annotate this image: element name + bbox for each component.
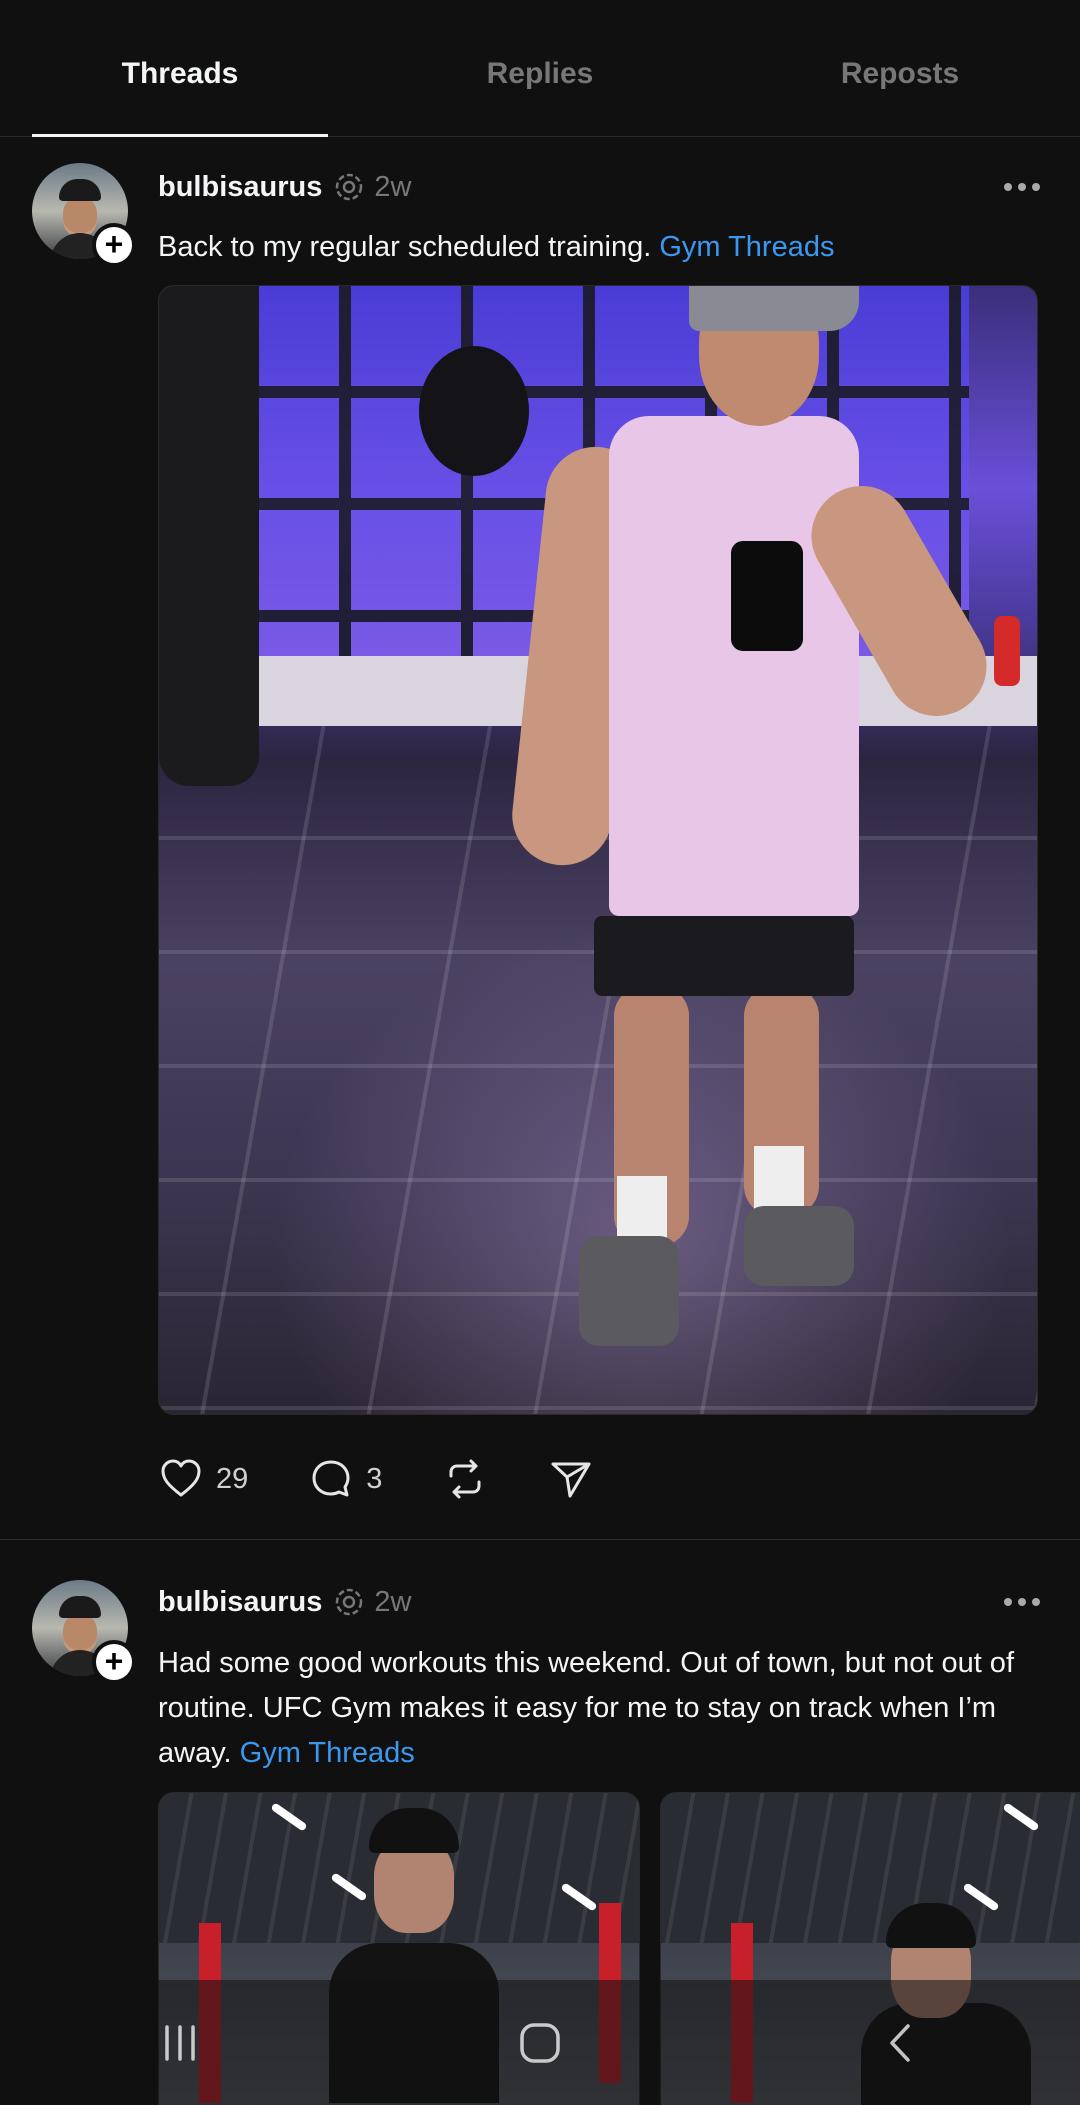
fire-extinguisher: [994, 616, 1020, 686]
post-image[interactable]: [158, 285, 1038, 1415]
threads-badge-icon: [336, 173, 363, 201]
person-shoe-left: [579, 1236, 679, 1346]
topic-tag-link[interactable]: Gym Threads: [240, 1737, 415, 1769]
more-dots-icon[interactable]: [1004, 1582, 1040, 1622]
send-icon: [551, 1462, 591, 1498]
more-dot: [1004, 1598, 1012, 1606]
threads-badge-icon: [336, 1588, 363, 1616]
post-body: Back to my regular scheduled training.: [158, 231, 652, 263]
avatar-cap: [59, 179, 101, 201]
repost-icon: [449, 1459, 481, 1499]
more-dot: [1018, 183, 1026, 191]
follow-plus-icon[interactable]: +: [92, 1640, 136, 1684]
topic-tag-link[interactable]: Gym Threads: [659, 231, 834, 263]
person-shoe-right: [744, 1206, 854, 1286]
post-timestamp: 2w: [374, 1585, 412, 1618]
heavy-bag: [159, 286, 259, 786]
heart-icon: [161, 1459, 201, 1497]
more-dots-icon[interactable]: [1004, 167, 1040, 207]
post-timestamp: 2w: [374, 170, 412, 203]
avatar[interactable]: +: [32, 163, 136, 267]
post-text: Had some good workouts this weekend. Out…: [158, 1641, 1048, 1776]
follow-plus-icon[interactable]: +: [92, 223, 136, 267]
person-tank-top: [609, 416, 859, 916]
avatar[interactable]: +: [32, 1580, 136, 1684]
tab-threads[interactable]: Threads: [0, 0, 360, 137]
profile-tabs: Threads Replies Reposts: [0, 0, 1080, 137]
username[interactable]: bulbisaurus: [158, 1586, 322, 1619]
username[interactable]: bulbisaurus: [158, 171, 322, 204]
like-count: 29: [216, 1462, 249, 1495]
avatar-face: [63, 1614, 97, 1650]
avatar-face: [63, 197, 97, 233]
person-cap: [689, 286, 859, 331]
speed-bag: [419, 346, 529, 476]
avatar-cap: [59, 1596, 101, 1618]
post-meta: bulbisaurus 2w: [158, 1582, 411, 1622]
post-actions: 29 3: [158, 1454, 654, 1504]
more-dot: [1032, 1598, 1040, 1606]
comment-icon: [312, 1460, 350, 1497]
more-dot: [1032, 183, 1040, 191]
share-button[interactable]: [548, 1456, 594, 1502]
recent-apps-button[interactable]: [140, 2003, 220, 2083]
back-button[interactable]: [860, 2003, 940, 2083]
like-button[interactable]: 29: [158, 1456, 248, 1502]
home-icon: [520, 2022, 560, 2063]
system-nav-bar: [0, 1980, 1080, 2105]
post-meta: bulbisaurus 2w: [158, 167, 411, 207]
more-dot: [1004, 183, 1012, 191]
back-icon: [890, 2023, 910, 2062]
repost-button[interactable]: [442, 1456, 488, 1502]
tab-replies[interactable]: Replies: [360, 0, 720, 136]
person-shorts: [594, 916, 854, 996]
reply-count: 3: [366, 1462, 383, 1495]
person-phone: [731, 541, 803, 651]
home-button[interactable]: [500, 2003, 580, 2083]
reply-button[interactable]: 3: [308, 1456, 382, 1502]
more-dot: [1018, 1598, 1026, 1606]
thread-post[interactable]: + bulbisaurus 2w Back to my regular sche…: [0, 137, 1080, 1539]
tab-reposts[interactable]: Reposts: [720, 0, 1080, 136]
post-text: Back to my regular scheduled training. G…: [158, 225, 1048, 270]
recent-apps-icon: [165, 2024, 195, 2061]
